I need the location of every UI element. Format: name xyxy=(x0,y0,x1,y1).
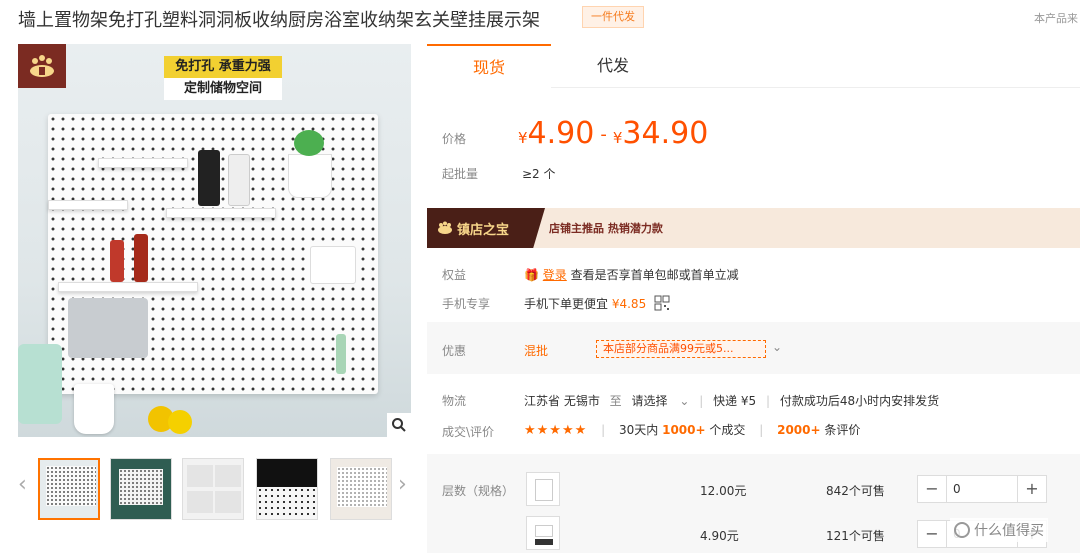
express-fee: 快递 ¥5 xyxy=(713,394,757,408)
banner-text: 店铺主推品 热销潜力款 xyxy=(549,222,663,235)
thumb-prev-icon[interactable]: ‹ xyxy=(18,472,27,497)
promo-line-1: 免打孔 承重力强 xyxy=(164,56,282,78)
mobile-price: ¥4.85 xyxy=(611,297,647,311)
store-treasure-banner: 镇店之宝 店铺主推品 热销潜力款 xyxy=(427,208,1080,248)
sku-price: 4.90元 xyxy=(700,529,739,543)
shelf xyxy=(166,208,276,218)
thumb-next-icon[interactable]: › xyxy=(398,472,407,497)
cup xyxy=(74,384,114,434)
watermark-text: 什么值得买 xyxy=(974,523,1044,539)
price-label: 价格 xyxy=(442,132,467,146)
bottle xyxy=(110,240,124,282)
shipping-note: 付款成功后48小时内安排发货 xyxy=(779,394,940,408)
moq-label: 起批量 xyxy=(442,167,479,181)
chevron-down-icon[interactable]: ⌄ xyxy=(772,340,782,354)
logistics-value: 江苏省 无锡市 至 请选择 ⌄ | 快递 ¥5 | 付款成功后48小时内安排发货 xyxy=(524,394,940,408)
benefits-value: 🎁 登录 查看是否享首单包邮或首单立减 xyxy=(524,266,739,283)
to-text: 至 xyxy=(609,394,622,408)
quantity-input[interactable] xyxy=(946,476,1018,502)
review-suffix: 条评价 xyxy=(824,423,861,437)
sku-stock: 121个可售 xyxy=(826,529,885,543)
login-link[interactable]: 登录 xyxy=(543,268,567,282)
crown-icon xyxy=(438,221,452,234)
increment-button[interactable]: + xyxy=(1018,476,1046,502)
origin: 江苏省 无锡市 xyxy=(524,394,600,408)
price-min: 4.90 xyxy=(527,116,595,151)
watermark: 什么值得买 xyxy=(950,518,1048,542)
toaster xyxy=(18,344,62,424)
logistics-label: 物流 xyxy=(442,394,467,408)
deal-count: 1000+ xyxy=(662,423,706,437)
product-title: 墙上置物架免打孔塑料洞洞板收纳厨房浴室收纳架玄关壁挂展示架 xyxy=(18,10,540,31)
thumbnail[interactable] xyxy=(110,458,172,520)
price-range: ¥4.90- ¥34.90 xyxy=(518,116,708,151)
sku-thumbnail[interactable] xyxy=(526,472,560,506)
discount-tag[interactable]: 本店部分商品满99元或5... xyxy=(596,340,766,358)
discount-label: 优惠 xyxy=(442,344,467,358)
price-max: 34.90 xyxy=(622,116,709,151)
benefits-text: 查看是否享首单包邮或首单立减 xyxy=(570,268,739,282)
jar xyxy=(228,154,250,206)
watermark-logo-icon xyxy=(954,522,970,538)
sku-thumbnail[interactable] xyxy=(526,516,560,550)
banner-title-text: 镇店之宝 xyxy=(457,222,510,238)
container xyxy=(310,246,356,284)
tool xyxy=(336,334,346,374)
product-note: 本产品来 xyxy=(1034,12,1078,25)
mixed-batch-label: 混批 xyxy=(524,344,549,358)
thumbnail[interactable] xyxy=(38,458,100,520)
review-count[interactable]: 2000+ xyxy=(777,423,820,437)
promo-label: 免打孔 承重力强 定制储物空间 xyxy=(164,56,282,100)
mobile-text: 手机下单更便宜 xyxy=(524,297,609,311)
purchase-tabs: 现货 代发 xyxy=(427,44,1080,88)
decrement-button[interactable]: − xyxy=(918,521,946,547)
chevron-down-icon[interactable]: ⌄ xyxy=(679,394,689,408)
decrement-button[interactable]: − xyxy=(918,476,946,502)
plant-pot xyxy=(288,154,332,198)
shelf xyxy=(58,282,198,292)
shelf xyxy=(48,200,128,210)
dropship-badge: 一件代发 xyxy=(582,6,644,28)
mobile-label: 手机专享 xyxy=(442,297,491,311)
main-product-image[interactable]: 免打孔 承重力强 定制储物空间 xyxy=(18,44,411,437)
bottle xyxy=(134,234,148,282)
currency-symbol: ¥ xyxy=(612,129,623,147)
quantity-stepper: − + xyxy=(917,475,1047,503)
jar xyxy=(198,150,220,206)
promo-line-2: 定制储物空间 xyxy=(164,78,282,100)
destination-select[interactable]: 请选择 xyxy=(632,394,668,408)
tab-in-stock[interactable]: 现货 xyxy=(427,44,551,88)
lemon xyxy=(168,410,192,434)
benefits-label: 权益 xyxy=(442,268,467,282)
rating-stars: ★★★★★ xyxy=(524,423,588,438)
magnifier-icon xyxy=(392,418,406,432)
pegboard xyxy=(48,114,378,394)
thumbnail[interactable] xyxy=(182,458,244,520)
thumbnail[interactable] xyxy=(330,458,392,520)
shelf xyxy=(98,158,188,168)
reviews-label: 成交\评价 xyxy=(442,425,495,439)
gift-icon: 🎁 xyxy=(524,268,539,282)
sku-stock: 842个可售 xyxy=(826,484,885,498)
thumbnail[interactable] xyxy=(256,458,318,520)
deal-suffix: 个成交 xyxy=(709,423,746,437)
plant xyxy=(294,130,324,156)
zoom-button[interactable] xyxy=(387,413,411,437)
qr-code-icon[interactable] xyxy=(654,295,670,314)
crown-logo-icon xyxy=(18,44,66,88)
banner-title: 镇店之宝 xyxy=(427,208,545,248)
towel xyxy=(68,298,148,358)
reviews-value: ★★★★★ | 30天内 1000+ 个成交 | 2000+ 条评价 xyxy=(524,423,861,438)
moq-value: ≥2 个 xyxy=(522,167,556,181)
price-dash: - xyxy=(600,124,607,145)
tab-dropship[interactable]: 代发 xyxy=(551,44,675,88)
sku-price: 12.00元 xyxy=(700,484,747,498)
currency-symbol: ¥ xyxy=(518,129,528,147)
deal-prefix: 30天内 xyxy=(618,423,659,437)
sku-label: 层数（规格） xyxy=(442,484,515,498)
mobile-value: 手机下单更便宜 ¥4.85 xyxy=(524,295,670,314)
